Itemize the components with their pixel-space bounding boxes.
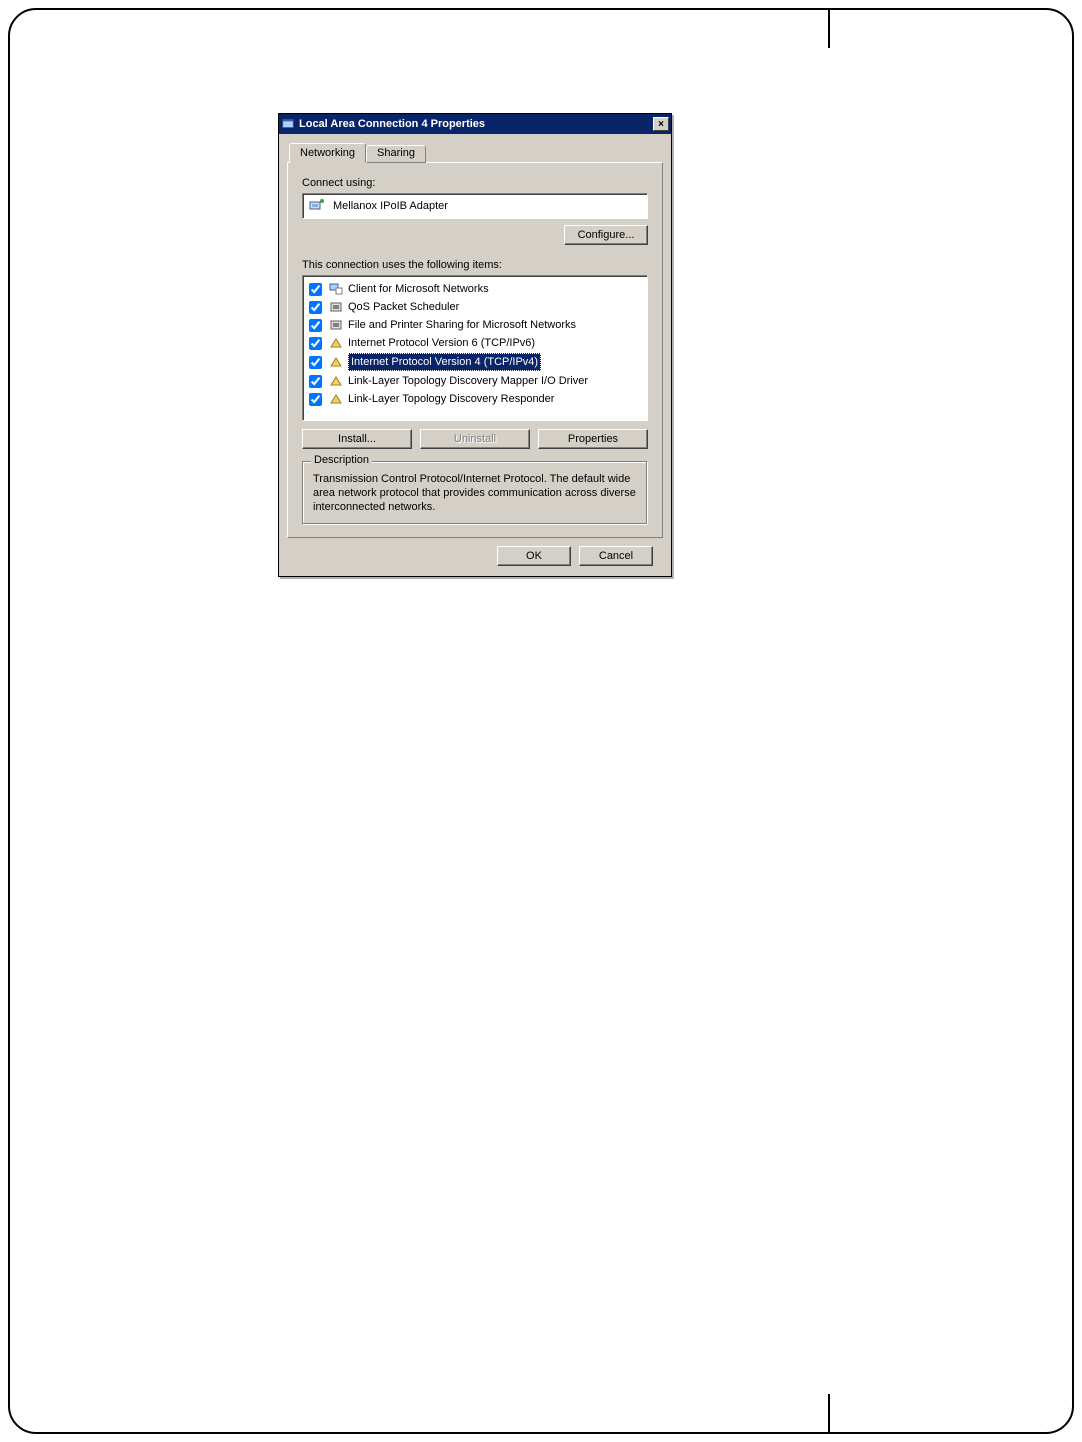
list-item[interactable]: QoS Packet Scheduler (307, 298, 643, 316)
item-label: File and Printer Sharing for Microsoft N… (348, 317, 576, 333)
protocol-icon (328, 354, 344, 370)
item-checkbox[interactable] (309, 393, 322, 406)
item-checkbox[interactable] (309, 283, 322, 296)
item-checkbox[interactable] (309, 301, 322, 314)
protocol-icon (328, 335, 344, 351)
client-icon (328, 281, 344, 297)
protocol-icon (328, 373, 344, 389)
item-buttons: Install... Uninstall Properties (302, 429, 648, 449)
item-label: Link-Layer Topology Discovery Mapper I/O… (348, 373, 588, 389)
item-checkbox[interactable] (309, 356, 322, 369)
install-button[interactable]: Install... (302, 429, 412, 449)
properties-dialog: Local Area Connection 4 Properties × Net… (278, 113, 672, 577)
item-checkbox[interactable] (309, 375, 322, 388)
adapter-name: Mellanox IPoIB Adapter (333, 200, 448, 212)
close-button[interactable]: × (653, 117, 669, 131)
list-item[interactable]: Link-Layer Topology Discovery Mapper I/O… (307, 372, 643, 390)
dialog-body: Networking Sharing Connect using: Mellan… (279, 134, 671, 576)
ok-button[interactable]: OK (497, 546, 571, 566)
description-title: Description (311, 454, 372, 466)
adapter-icon (309, 197, 325, 216)
item-checkbox[interactable] (309, 337, 322, 350)
list-item[interactable]: File and Printer Sharing for Microsoft N… (307, 316, 643, 334)
item-label: Internet Protocol Version 4 (TCP/IPv4) (348, 353, 541, 371)
uninstall-button: Uninstall (420, 429, 530, 449)
item-label: Link-Layer Topology Discovery Responder (348, 391, 554, 407)
item-label: Client for Microsoft Networks (348, 281, 489, 297)
list-item[interactable]: Internet Protocol Version 6 (TCP/IPv6) (307, 334, 643, 352)
connect-using-label: Connect using: (302, 177, 648, 189)
window-icon (281, 117, 295, 131)
cancel-button[interactable]: Cancel (579, 546, 653, 566)
page-tick-top (828, 8, 830, 48)
window-title: Local Area Connection 4 Properties (299, 118, 653, 130)
description-text: Transmission Control Protocol/Internet P… (313, 472, 637, 514)
items-label: This connection uses the following items… (302, 259, 648, 271)
tab-panel-networking: Connect using: Mellanox IPoIB Adapter Co… (287, 162, 663, 538)
protocol-icon (328, 391, 344, 407)
item-checkbox[interactable] (309, 319, 322, 332)
configure-button[interactable]: Configure... (564, 225, 648, 245)
tab-networking[interactable]: Networking (289, 143, 366, 163)
tab-strip: Networking Sharing (289, 143, 663, 163)
page-tick-bottom (828, 1394, 830, 1434)
items-list[interactable]: Client for Microsoft Networks QoS Packet… (302, 275, 648, 421)
adapter-field[interactable]: Mellanox IPoIB Adapter (302, 193, 648, 219)
list-item[interactable]: Internet Protocol Version 4 (TCP/IPv4) (307, 352, 643, 372)
tab-sharing[interactable]: Sharing (366, 145, 426, 163)
list-item[interactable]: Client for Microsoft Networks (307, 280, 643, 298)
description-group: Description Transmission Control Protoco… (302, 461, 648, 525)
list-item[interactable]: Link-Layer Topology Discovery Responder (307, 390, 643, 408)
properties-button[interactable]: Properties (538, 429, 648, 449)
dialog-footer: OK Cancel (287, 538, 663, 566)
titlebar[interactable]: Local Area Connection 4 Properties × (279, 114, 671, 134)
item-label: QoS Packet Scheduler (348, 299, 459, 315)
service-icon (328, 317, 344, 333)
item-label: Internet Protocol Version 6 (TCP/IPv6) (348, 335, 535, 351)
service-icon (328, 299, 344, 315)
